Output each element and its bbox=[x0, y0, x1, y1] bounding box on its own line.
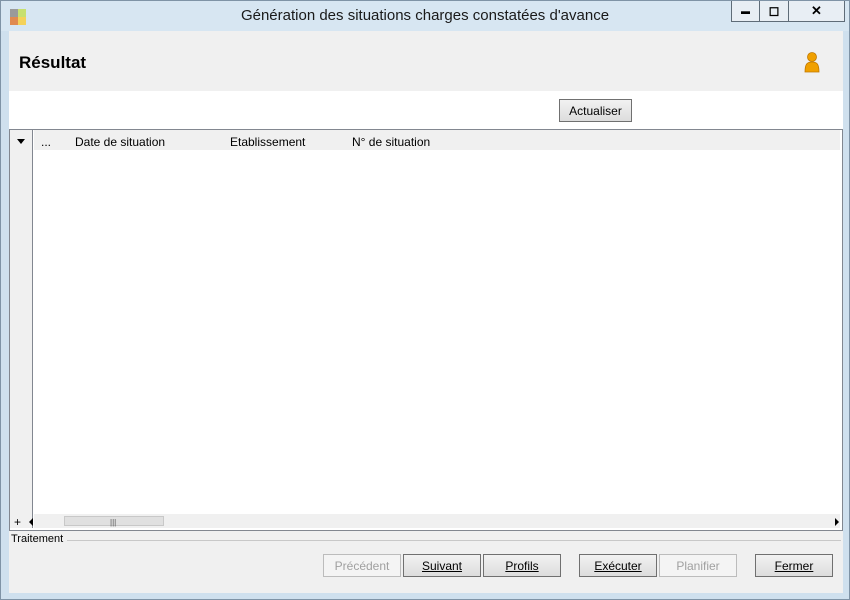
schedule-button[interactable]: Planifier bbox=[659, 554, 737, 577]
execute-button-label: Exécuter bbox=[594, 558, 642, 573]
results-grid[interactable]: ... Date de situation Etablissement N° d… bbox=[9, 129, 843, 531]
profiles-button-label: Profils bbox=[505, 558, 539, 573]
maximize-button[interactable]: ◻ bbox=[760, 1, 789, 22]
page-header: Résultat bbox=[9, 31, 843, 91]
scroll-left-icon[interactable] bbox=[29, 518, 33, 526]
column-header-more[interactable]: ... bbox=[41, 135, 51, 149]
minimize-icon: ▬ bbox=[741, 6, 750, 16]
column-header-date[interactable]: Date de situation bbox=[75, 135, 165, 149]
close-icon: ✕ bbox=[811, 3, 822, 18]
client-area: Résultat Actualiser ... Date de situatio… bbox=[9, 31, 843, 593]
toolbar: Actualiser bbox=[9, 91, 843, 129]
chevron-down-icon[interactable] bbox=[17, 139, 25, 144]
previous-button[interactable]: Précédent bbox=[323, 554, 401, 577]
processing-group-label: Traitement bbox=[11, 533, 64, 545]
window-title: Génération des situations charges consta… bbox=[240, 7, 610, 24]
add-row-icon[interactable]: + bbox=[14, 515, 21, 529]
group-divider bbox=[67, 540, 841, 541]
user-icon[interactable] bbox=[803, 51, 821, 73]
next-button-label: Suivant bbox=[421, 558, 463, 573]
scrollbar-thumb[interactable]: ||| bbox=[64, 516, 164, 527]
grip-icon: ||| bbox=[110, 518, 117, 527]
page-title: Résultat bbox=[19, 53, 87, 72]
refresh-button-label: Actualiser bbox=[569, 103, 622, 118]
close-button[interactable]: Fermer bbox=[755, 554, 833, 577]
scroll-right-icon[interactable] bbox=[835, 518, 839, 526]
previous-button-label: Précédent bbox=[334, 558, 390, 573]
horizontal-scrollbar[interactable]: ||| bbox=[34, 514, 840, 528]
close-window-button[interactable]: ✕ bbox=[789, 1, 845, 22]
row-header-column bbox=[10, 130, 33, 528]
column-header-establishment[interactable]: Etablissement bbox=[230, 135, 305, 149]
minimize-button[interactable]: ▬ bbox=[731, 1, 760, 22]
close-button-label: Fermer bbox=[774, 558, 814, 573]
title-bar[interactable]: Génération des situations charges consta… bbox=[1, 1, 849, 31]
window-controls: ▬ ◻ ✕ bbox=[731, 1, 845, 23]
column-header-situation-number[interactable]: N° de situation bbox=[352, 135, 430, 149]
grid-header: ... Date de situation Etablissement N° d… bbox=[34, 130, 840, 150]
profiles-button[interactable]: Profils bbox=[483, 554, 561, 577]
schedule-button-label: Planifier bbox=[676, 558, 720, 573]
refresh-button[interactable]: Actualiser bbox=[559, 99, 632, 122]
execute-button[interactable]: Exécuter bbox=[579, 554, 657, 577]
app-window: Génération des situations charges consta… bbox=[0, 0, 850, 600]
maximize-icon: ◻ bbox=[768, 3, 780, 18]
next-button[interactable]: Suivant bbox=[403, 554, 481, 577]
